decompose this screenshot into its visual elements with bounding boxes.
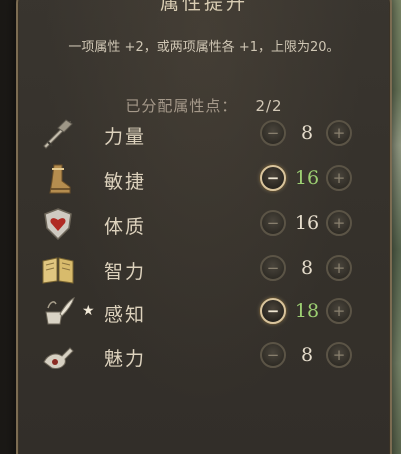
increase-dexterity-button[interactable]: + [326, 165, 352, 191]
attribute-row-wisdom: ★ 感知 − 18 + [18, 292, 390, 332]
increase-constitution-button[interactable]: + [326, 210, 352, 236]
panel-subtitle: 一项属性 +2，或两项属性各 +1，上限为20。 [68, 40, 340, 55]
increase-intelligence-button[interactable]: + [326, 255, 352, 281]
attribute-value: 18 [294, 300, 320, 322]
shield-heart-icon [40, 206, 76, 242]
herb-mortar-icon [40, 294, 76, 330]
sword-gauntlet-icon [40, 116, 76, 152]
panel-title: 属性提升 [159, 0, 248, 14]
increase-wisdom-button[interactable]: + [326, 298, 352, 324]
attribute-value: 8 [300, 344, 314, 366]
star-icon: ★ [82, 303, 95, 319]
points-label: 已分配属性点： [125, 97, 238, 115]
decrease-intelligence-button[interactable]: − [260, 255, 286, 281]
game-screen: 属性提升 一项属性 +2，或两项属性各 +1，上限为20。 已分配属性点： 2/2… [0, 0, 401, 454]
points-value: 2/2 [255, 97, 283, 115]
decrease-constitution-button[interactable]: − [260, 210, 286, 236]
decrease-strength-button[interactable]: − [260, 120, 286, 146]
decrease-wisdom-button[interactable]: − [260, 298, 286, 324]
attribute-row-strength: 力量 − 8 + [18, 114, 390, 154]
decrease-charisma-button[interactable]: − [260, 342, 286, 368]
attribute-row-constitution: 体质 − 16 + [18, 204, 390, 244]
increase-charisma-button[interactable]: + [326, 342, 352, 368]
ability-improvement-panel: 属性提升 一项属性 +2，或两项属性各 +1，上限为20。 已分配属性点： 2/2… [16, 0, 392, 454]
decrease-dexterity-button[interactable]: − [260, 165, 286, 191]
lute-hand-icon [40, 338, 76, 374]
attribute-name: 魅力 [104, 348, 147, 370]
attribute-name: 智力 [104, 261, 147, 283]
increase-strength-button[interactable]: + [326, 120, 352, 146]
boot-icon [40, 161, 76, 197]
points-allocated: 已分配属性点： 2/2 [18, 95, 390, 116]
attribute-value: 8 [300, 122, 314, 144]
attribute-value: 16 [294, 212, 320, 234]
attribute-name: 感知 [104, 304, 147, 326]
attribute-name: 体质 [104, 216, 147, 238]
attribute-row-dexterity: 敏捷 − 16 + [18, 159, 390, 199]
attribute-name: 敏捷 [104, 171, 147, 193]
attribute-name: 力量 [104, 126, 147, 148]
open-book-icon [40, 251, 76, 287]
attribute-value: 8 [300, 257, 314, 279]
attribute-row-intelligence: 智力 − 8 + [18, 249, 390, 289]
attribute-row-charisma: 魅力 − 8 + [18, 336, 390, 376]
attribute-value: 16 [294, 167, 320, 189]
